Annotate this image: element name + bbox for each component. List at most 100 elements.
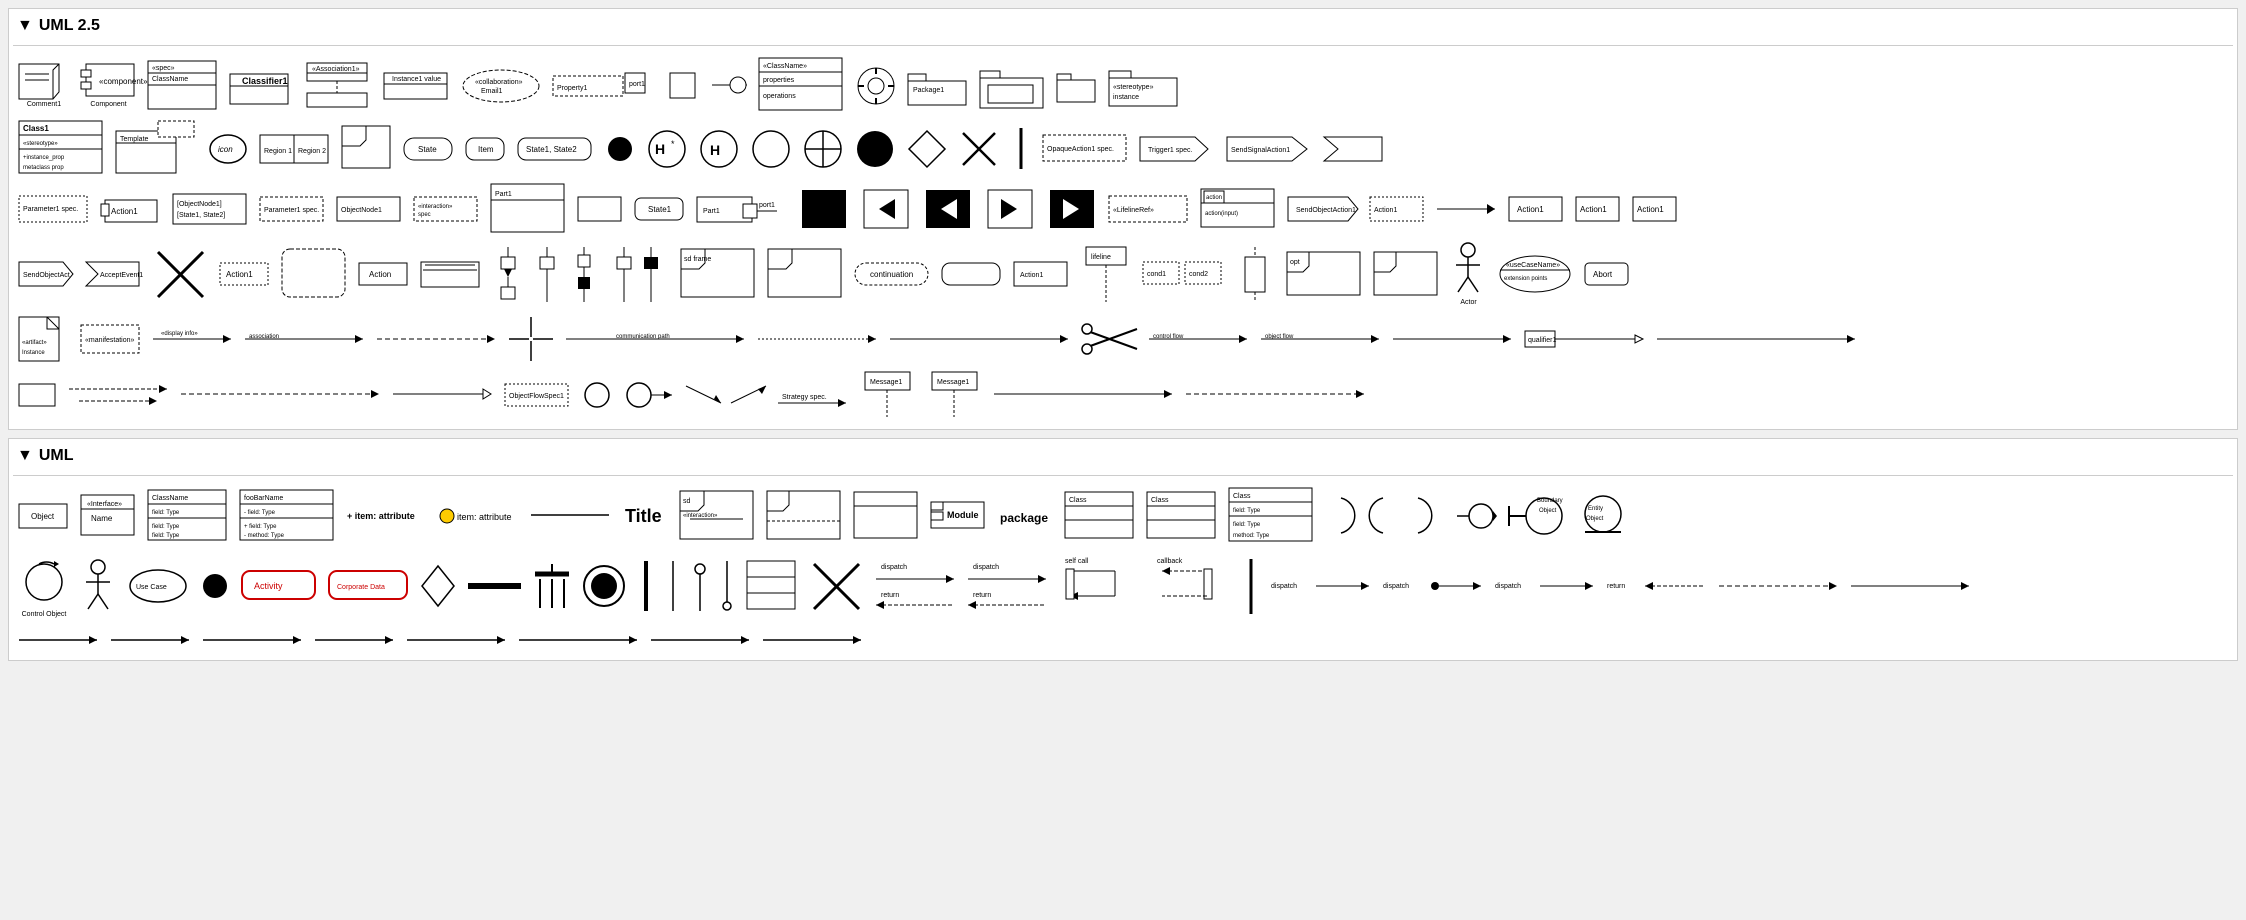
action-shape[interactable]: Action <box>359 260 409 288</box>
uml-arrow8[interactable] <box>763 633 863 648</box>
interface-name-shape[interactable]: «Interface» Name <box>81 495 136 537</box>
uml-header[interactable]: ▼ UML <box>13 447 2233 465</box>
uml-line1[interactable] <box>531 508 611 523</box>
destroy-shape[interactable]: Strategy spec. <box>778 381 848 409</box>
shallow-history-shape[interactable]: H <box>699 129 739 169</box>
instance-value-shape[interactable]: Instance1 value <box>384 68 449 103</box>
frame-shape[interactable] <box>342 126 392 171</box>
object-node2-shape[interactable]: ObjectNode1 <box>337 194 402 224</box>
continuation-shape[interactable]: continuation <box>855 260 930 288</box>
provided-interface-shape[interactable] <box>1457 497 1497 535</box>
initial-pseudostate[interactable] <box>605 134 635 164</box>
sync-bar-v1[interactable] <box>639 561 654 611</box>
generalization-arrow[interactable] <box>393 387 493 402</box>
pin2-shape[interactable] <box>535 247 560 302</box>
class-attrs-shape[interactable]: Class1 «stereotype» +instance_prop metac… <box>19 121 104 176</box>
uml-arrow3[interactable] <box>203 633 303 648</box>
fork-bar-shape[interactable] <box>468 579 523 593</box>
dashed-arrow-line[interactable] <box>377 332 497 347</box>
accept-event-shape[interactable] <box>1324 133 1384 165</box>
item-shape[interactable]: Item <box>466 134 506 164</box>
object-flow-spec-shape[interactable]: ObjectFlowSpec1 <box>505 381 570 409</box>
addon2-shape[interactable]: Action1 <box>1576 194 1621 224</box>
send-obj-action2[interactable]: SendObjectAct <box>19 259 74 289</box>
component-shape[interactable]: «component» Component <box>81 64 136 108</box>
more-dashed-arrows[interactable] <box>1719 579 1839 594</box>
association-line[interactable]: association <box>245 332 365 347</box>
more-solid-arrows[interactable] <box>1851 579 1971 594</box>
send-object-shape[interactable]: SendObjectAction1 <box>1288 194 1358 224</box>
uml-class-long-shape[interactable]: fooBarName - field: Type + field: Type -… <box>240 490 335 542</box>
title-shape[interactable]: Title <box>623 502 668 530</box>
merge-bar-shape[interactable] <box>535 564 570 609</box>
assoc-class-shape[interactable]: «Association1» <box>302 63 372 108</box>
addon-arrows-shape[interactable] <box>1437 194 1497 224</box>
control-flow-arrow1[interactable]: control flow <box>1149 332 1249 347</box>
pins-vertical-shape[interactable] <box>493 247 523 302</box>
state-invariant-shape[interactable] <box>942 260 1002 288</box>
object-node-shape[interactable]: [ObjectNode1] [State1, State2] <box>173 189 248 229</box>
template-class-shape[interactable]: Template <box>116 121 196 176</box>
uml-arrow4[interactable] <box>315 633 395 648</box>
activity-node-shape[interactable]: Activity <box>242 568 317 604</box>
dispatch2-arrow-shape[interactable]: dispatch <box>1383 576 1483 596</box>
package-text-shape[interactable]: package <box>998 502 1053 530</box>
diagonal-arrows[interactable] <box>686 381 766 409</box>
more-arrows[interactable] <box>1393 332 1513 347</box>
uml-actor-shape[interactable] <box>81 559 116 614</box>
info-arrows-shape[interactable]: «display info» <box>153 325 233 353</box>
qualifier1-shape[interactable]: qualifier1 <box>1525 325 1645 353</box>
half-circle-left[interactable] <box>1368 493 1398 538</box>
dep-arrows[interactable] <box>69 381 169 409</box>
small-rect-shape[interactable] <box>19 381 57 409</box>
flow-final-shape[interactable] <box>624 380 674 410</box>
left-arrow-filled-btn[interactable] <box>923 187 973 232</box>
interaction-frame2-shape[interactable] <box>768 249 843 299</box>
message1-shape[interactable]: Message1 <box>860 372 915 417</box>
dispatch-shape[interactable]: dispatch return <box>876 559 956 614</box>
large-cross-shape[interactable] <box>153 247 208 302</box>
port-on-line-shape[interactable]: Part1 port1 <box>697 192 787 227</box>
property-port-shape[interactable]: Property1 port1 <box>553 68 653 103</box>
action1-box-shape[interactable]: Action1 <box>1509 194 1564 224</box>
time-event-shape[interactable] <box>693 561 708 611</box>
right-arrow-filled-btn[interactable] <box>1047 187 1097 232</box>
active-class-icon[interactable] <box>856 66 896 106</box>
right-arrow-btn[interactable] <box>985 187 1035 232</box>
left-arrow-btn[interactable] <box>861 187 911 232</box>
action3-shape[interactable]: Action1 <box>1633 194 1678 224</box>
yellow-circle-attr[interactable]: item: attribute <box>439 505 519 527</box>
class-details-shape[interactable]: «ClassName» properties operations <box>759 58 844 113</box>
port-box-shape[interactable] <box>665 68 700 103</box>
stick-figure-shape[interactable]: Actor <box>1451 242 1486 306</box>
package-stereotype-shape[interactable]: «stereotype» instance <box>1109 63 1179 108</box>
uml-arrow5[interactable] <box>407 633 507 648</box>
abort-shape[interactable]: Abort <box>1585 260 1630 288</box>
long-arrow-chain2[interactable] <box>1186 387 1366 402</box>
combined-frag-shape[interactable] <box>1374 252 1439 297</box>
manifestation-shape[interactable]: «manifestation» <box>81 322 141 357</box>
class-stereotype-shape[interactable]: «spec» ClassName <box>148 61 218 111</box>
partition-horiz-shape[interactable]: Part1 <box>491 184 566 234</box>
package-compact-shape[interactable] <box>1057 68 1097 103</box>
package-content-shape[interactable] <box>980 63 1045 108</box>
note-shape[interactable]: Comment1 <box>19 64 69 108</box>
uml-arrow7[interactable] <box>651 633 751 648</box>
boundary-object-shape[interactable]: Boundary Object <box>1509 492 1564 540</box>
uml-arrow6[interactable] <box>519 633 639 648</box>
large-x-shape[interactable] <box>809 559 864 614</box>
scissors-shape[interactable] <box>1082 319 1137 359</box>
lifeline-shape[interactable]: lifeline <box>1081 247 1131 302</box>
trigger-shape[interactable]: Trigger1 spec. <box>1140 133 1215 165</box>
item-attribute-shape[interactable]: + item: attribute <box>347 505 427 527</box>
lifeline-v-shape[interactable] <box>720 561 735 611</box>
icon-shape[interactable]: icon <box>208 131 248 166</box>
interaction-spec-shape[interactable]: «interaction» spec <box>414 194 479 224</box>
choice-shape[interactable] <box>803 129 843 169</box>
two-condition-shape[interactable]: cond1 cond2 <box>1143 259 1223 289</box>
vertical-pins3[interactable] <box>609 247 669 302</box>
combined-fragment-shape[interactable] <box>767 491 842 541</box>
action-compartment-shape[interactable]: action action(input) <box>1201 189 1276 229</box>
half-circle-right[interactable] <box>1326 493 1356 538</box>
class-box-simple2[interactable]: Class <box>1147 492 1217 540</box>
